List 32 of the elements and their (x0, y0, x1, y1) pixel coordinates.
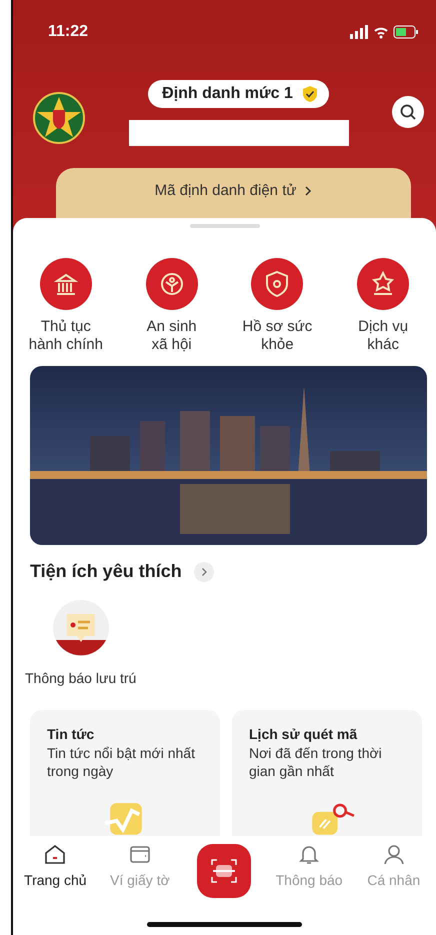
card-title: Lịch sử quét mã (249, 726, 358, 742)
search-button[interactable] (392, 96, 424, 128)
chevron-right-icon (304, 184, 312, 196)
home-icon (43, 842, 68, 866)
service-item[interactable]: Thủ tục hành chính (13, 258, 119, 354)
wifi-icon (374, 28, 388, 38)
sheet-handle[interactable] (190, 224, 260, 228)
search-icon (399, 103, 417, 121)
service-item[interactable]: Dịch vụ khác (330, 258, 436, 354)
scan-button[interactable] (197, 844, 252, 898)
feature-card[interactable]: Tin tức Tin tức nổi bật mới nhất trong ngày (30, 710, 220, 836)
service-item[interactable]: An sinh xã hội (118, 258, 224, 354)
service-item[interactable]: Hồ sơ sức khỏe (224, 258, 330, 354)
card-title: Tin tức (47, 726, 96, 742)
id-card-link[interactable]: Mã định danh điện tử (148, 181, 318, 200)
emblem-icon (33, 92, 85, 144)
chevron-right-icon[interactable] (194, 562, 214, 582)
favorite-item[interactable]: Thông báo lưu trú (25, 600, 136, 686)
card-subtitle: Nơi đã đến trong thời gian gần nhất (249, 744, 383, 780)
user-icon (382, 842, 406, 866)
status-time: 11:22 (48, 23, 88, 41)
signal-icon (350, 25, 368, 39)
battery-icon (394, 26, 418, 38)
feature-card[interactable]: Lịch sử quét mã Nơi đã đến trong thời gian gần nhất (232, 710, 422, 836)
section-title: Tiện ích yêu thích (30, 561, 182, 582)
shield-icon (251, 258, 304, 310)
nav-tab[interactable]: Trang chủ (13, 842, 98, 888)
verified-shield-icon (300, 85, 319, 103)
card-subtitle: Tin tức nổi bật mới nhất trong ngày (47, 744, 196, 780)
message-icon (52, 600, 109, 656)
level-badge[interactable]: Định danh mức 1 (148, 80, 329, 108)
building-icon (40, 258, 92, 310)
